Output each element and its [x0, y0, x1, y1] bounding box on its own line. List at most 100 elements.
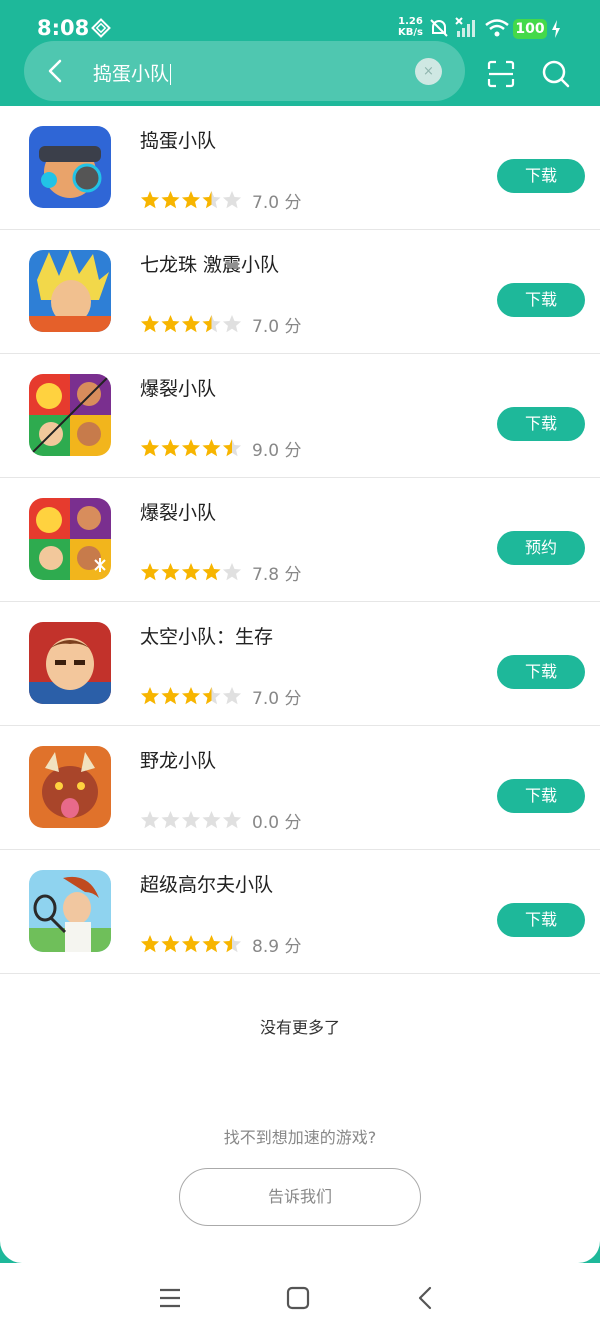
star-icon	[202, 563, 221, 581]
star-icon	[181, 687, 201, 705]
signal-icon	[455, 17, 475, 37]
app-icon[interactable]	[29, 250, 111, 332]
search-query-text: 捣蛋小队	[93, 63, 170, 85]
star-rating	[140, 439, 242, 457]
result-row[interactable]: 野龙小队 0.0 分 下载	[0, 726, 600, 850]
app-icon[interactable]	[29, 126, 111, 208]
star-icon	[181, 811, 201, 829]
app-score: 0.0 分	[252, 813, 302, 833]
app-name[interactable]: 超级高尔夫小队	[140, 870, 273, 897]
star-icon	[161, 935, 180, 953]
result-row[interactable]: 超级高尔夫小队 8.9 分 下载	[0, 850, 600, 974]
star-icon	[202, 811, 221, 829]
search-input[interactable]: 捣蛋小队	[93, 59, 172, 86]
star-icon	[140, 811, 160, 829]
star-rating	[140, 687, 242, 705]
app-score: 7.0 分	[252, 689, 302, 709]
top-bar: 8:08 1.26 KB/s 100 捣蛋小队 ×	[0, 0, 600, 106]
net-speed: 1.26 KB/s	[398, 16, 423, 38]
app-score: 7.0 分	[252, 317, 302, 337]
star-icon	[202, 935, 221, 953]
star-icon	[161, 811, 180, 829]
star-icon	[140, 439, 160, 457]
not-found-hint: 找不到想加速的游戏?	[223, 1128, 377, 1147]
app-name[interactable]: 野龙小队	[140, 746, 216, 773]
star-icon	[222, 191, 242, 209]
scan-icon[interactable]	[486, 59, 516, 89]
app-icon[interactable]	[29, 870, 111, 952]
download-button[interactable]: 下载	[497, 655, 585, 689]
star-rating	[140, 563, 242, 581]
result-row[interactable]: 爆裂小队 7.8 分 预约	[0, 478, 600, 602]
star-icon	[181, 315, 201, 333]
star-icon	[222, 563, 242, 581]
star-icon	[202, 315, 221, 333]
star-icon	[161, 563, 180, 581]
app-icon[interactable]	[29, 746, 111, 828]
star-icon	[161, 315, 180, 333]
download-button[interactable]: 下载	[497, 903, 585, 937]
star-icon	[140, 687, 160, 705]
app-notification-icon	[91, 18, 111, 38]
search-icon[interactable]	[541, 59, 571, 89]
star-icon	[222, 439, 242, 457]
back-icon[interactable]	[40, 55, 72, 87]
app-name[interactable]: 七龙珠 激震小队	[140, 250, 279, 277]
result-row[interactable]: 太空小队：生存 7.0 分 下载	[0, 602, 600, 726]
star-rating	[140, 811, 242, 829]
home-icon[interactable]	[285, 1285, 311, 1311]
app-name[interactable]: 爆裂小队	[140, 498, 216, 525]
app-name[interactable]: 太空小队：生存	[140, 622, 273, 649]
star-icon	[202, 191, 221, 209]
battery-indicator: 100	[513, 19, 547, 39]
status-time: 8:08	[37, 16, 90, 40]
star-icon	[181, 191, 201, 209]
star-rating	[140, 315, 242, 333]
results-panel: 捣蛋小队 7.0 分 下载 七龙珠 激震小队 7.0 分 下载 爆裂小队 9.0…	[0, 106, 600, 1263]
app-name[interactable]: 捣蛋小队	[140, 126, 216, 153]
app-name[interactable]: 爆裂小队	[140, 374, 216, 401]
star-icon	[181, 439, 201, 457]
star-icon	[222, 935, 242, 953]
no-more-text: 没有更多了	[259, 1018, 340, 1037]
net-speed-unit: KB/s	[398, 27, 423, 38]
download-button[interactable]: 下载	[497, 779, 585, 813]
star-icon	[222, 687, 242, 705]
result-row[interactable]: 七龙珠 激震小队 7.0 分 下载	[0, 230, 600, 354]
star-icon	[140, 935, 160, 953]
status-bar: 8:08 1.26 KB/s 100	[0, 0, 600, 40]
text-caret	[170, 64, 172, 85]
app-icon[interactable]	[29, 374, 111, 456]
app-score: 9.0 分	[252, 441, 302, 461]
star-rating	[140, 935, 242, 953]
star-icon	[161, 439, 180, 457]
star-icon	[222, 315, 242, 333]
clear-icon[interactable]: ×	[415, 58, 442, 85]
charging-icon	[552, 20, 560, 38]
star-icon	[222, 811, 242, 829]
reserve-button[interactable]: 预约	[497, 531, 585, 565]
search-box[interactable]	[24, 41, 465, 101]
star-icon	[181, 563, 201, 581]
navigation-bar	[0, 1263, 600, 1333]
download-button[interactable]: 下载	[497, 407, 585, 441]
star-icon	[181, 935, 201, 953]
download-button[interactable]: 下载	[497, 159, 585, 193]
star-icon	[140, 191, 160, 209]
result-row[interactable]: 爆裂小队 9.0 分 下载	[0, 354, 600, 478]
result-row[interactable]: 捣蛋小队 7.0 分 下载	[0, 106, 600, 230]
tell-us-button[interactable]: 告诉我们	[179, 1168, 421, 1226]
nav-back-icon[interactable]	[413, 1285, 439, 1311]
star-icon	[140, 315, 160, 333]
mute-bell-icon	[430, 19, 448, 37]
app-icon[interactable]	[29, 498, 111, 580]
app-icon[interactable]	[29, 622, 111, 704]
star-icon	[202, 687, 221, 705]
star-icon	[161, 191, 180, 209]
download-button[interactable]: 下载	[497, 283, 585, 317]
net-speed-value: 1.26	[398, 16, 423, 27]
menu-icon[interactable]	[157, 1285, 183, 1311]
app-score: 7.8 分	[252, 565, 302, 585]
star-icon	[161, 687, 180, 705]
app-score: 7.0 分	[252, 193, 302, 213]
